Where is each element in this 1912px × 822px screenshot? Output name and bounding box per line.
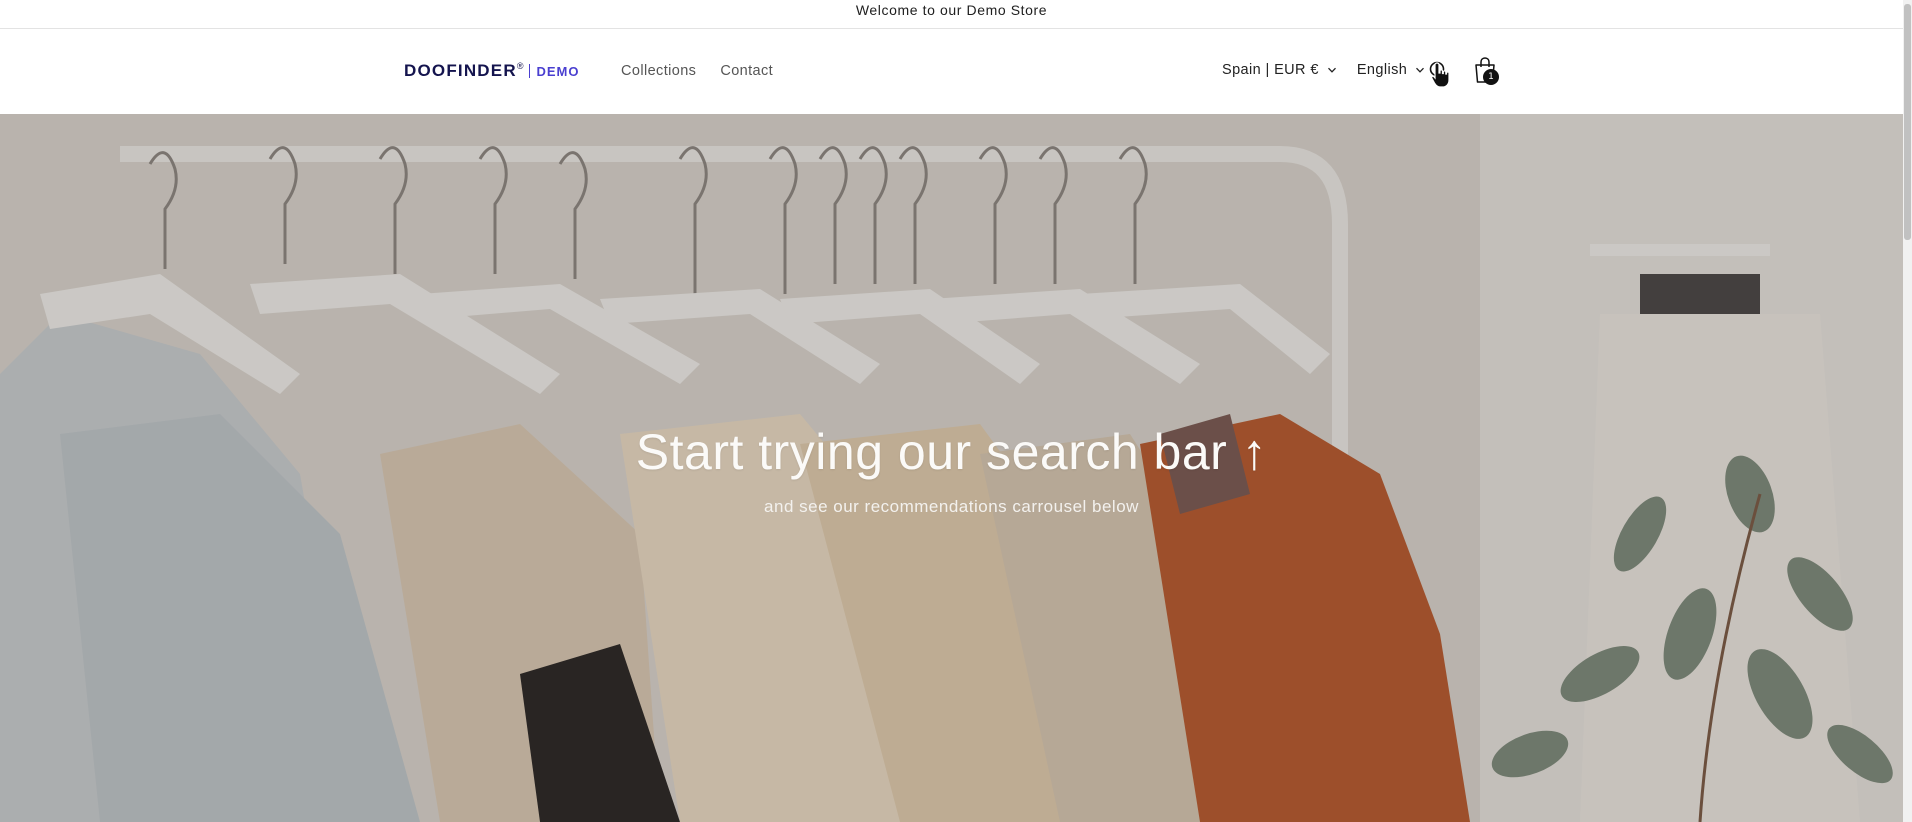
logo-suffix: DEMO [536,63,580,79]
main-nav: Collections Contact [621,63,773,79]
hero-title: Start trying our search bar ↑ [635,424,1268,480]
announcement-bar: Welcome to our Demo Store [0,0,1903,29]
nav-item-collections[interactable]: Collections [621,63,696,79]
chevron-down-icon [1327,65,1337,75]
logo-brand: DOOFINDER [404,61,517,80]
logo-divider [529,64,531,78]
storefront-page: Welcome to our Demo Store DOOFINDER ® DE… [0,0,1912,822]
announcement-text: Welcome to our Demo Store [855,2,1048,18]
store-logo[interactable]: DOOFINDER ® DEMO [404,60,579,82]
hero-content: Start trying our search bar ↑ and see ou… [0,114,1903,822]
cart-count-badge: 1 [1483,69,1499,85]
country-selector[interactable]: Spain | EUR € [1222,62,1337,78]
language-selector-value: English [1356,62,1408,78]
site-header: DOOFINDER ® DEMO Collections Contact Spa… [0,29,1903,114]
localization-selectors: Spain | EUR € English [1222,62,1425,78]
chevron-down-icon [1415,65,1425,75]
registered-mark-icon: ® [516,61,524,71]
nav-item-contact[interactable]: Contact [720,63,773,79]
page-scrollbar[interactable] [1903,0,1912,822]
scrollbar-thumb[interactable] [1904,4,1911,240]
language-selector[interactable]: English [1357,62,1425,78]
hero-subtitle: and see our recommendations carrousel be… [764,497,1139,516]
country-selector-value: Spain | EUR € [1222,62,1319,78]
pointer-cursor-icon [1430,61,1452,89]
hero-banner: Start trying our search bar ↑ and see ou… [0,114,1903,822]
